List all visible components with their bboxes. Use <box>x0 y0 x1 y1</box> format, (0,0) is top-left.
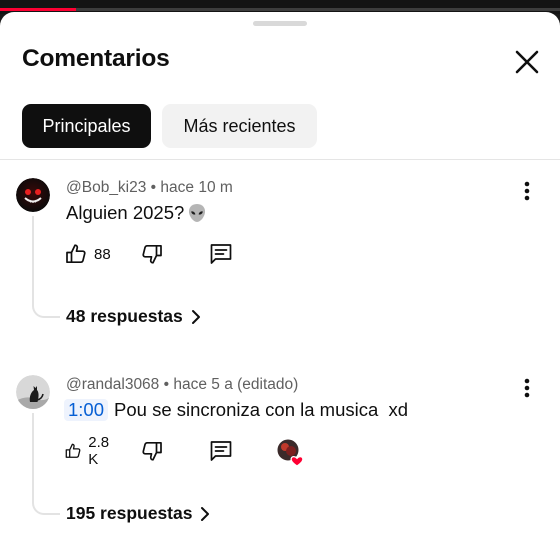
chevron-right-icon <box>201 506 210 521</box>
chip-mas-recientes[interactable]: Más recientes <box>162 104 317 148</box>
comments-sheet: Comentarios Principales Más recientes @B… <box>0 12 560 560</box>
avatar-face-icon <box>16 178 50 212</box>
comment-text: 1:00 Pou se sincroniza con la musica xd <box>64 399 409 421</box>
alien-icon <box>189 204 206 222</box>
thumbs-up-icon <box>66 244 86 264</box>
thread-connector <box>32 413 60 515</box>
avatar-cat-icon <box>16 375 50 409</box>
more-vertical-icon <box>524 378 530 398</box>
replies-toggle[interactable]: 195 respuestas <box>66 503 210 524</box>
dislike-button[interactable] <box>140 437 164 465</box>
thumbs-down-icon <box>142 441 162 461</box>
thumbs-up-icon <box>65 443 81 458</box>
like-button[interactable]: 88 <box>64 240 111 268</box>
meta-separator: • <box>146 179 161 196</box>
comment-age: hace 5 a (editado) <box>173 376 299 393</box>
meta-separator: • <box>159 376 174 393</box>
chevron-right-icon <box>191 309 200 324</box>
video-progress-played[interactable] <box>0 8 76 11</box>
avatar[interactable] <box>16 375 50 409</box>
replies-toggle[interactable]: 48 respuestas <box>66 306 201 327</box>
comment-meta: @Bob_ki23 • hace 10 m <box>66 179 233 197</box>
more-vertical-icon <box>524 181 530 201</box>
reply-button[interactable] <box>208 437 234 465</box>
comment-item: @randal3068 • hace 5 a (editado) 1:00 Po… <box>0 375 560 560</box>
chip-principales[interactable]: Principales <box>22 104 151 148</box>
reply-button[interactable] <box>208 240 234 268</box>
creator-heart-badge <box>276 438 306 468</box>
like-count: 2.8 K <box>88 434 110 468</box>
comment-body: Alguien 2025? <box>66 202 185 223</box>
reply-icon <box>210 244 232 264</box>
avatar[interactable] <box>16 178 50 212</box>
comment-age: hace 10 m <box>160 179 233 196</box>
thumbs-down-icon <box>142 244 162 264</box>
like-button[interactable]: 2.8 K <box>64 434 115 468</box>
comment-item: @Bob_ki23 • hace 10 m Alguien 2025? 88 4… <box>0 178 560 368</box>
comment-text: Alguien 2025? <box>66 202 208 224</box>
drag-handle[interactable] <box>253 21 307 26</box>
dislike-button[interactable] <box>140 240 164 268</box>
reply-icon <box>210 441 232 461</box>
comments-title: Comentarios <box>22 45 170 72</box>
replies-count: 195 respuestas <box>66 503 193 523</box>
like-count: 88 <box>94 245 111 263</box>
thread-connector <box>32 216 60 318</box>
replies-count: 48 respuestas <box>66 306 183 326</box>
comment-meta: @randal3068 • hace 5 a (editado) <box>66 376 298 394</box>
comment-author[interactable]: @randal3068 <box>66 376 159 393</box>
more-options-button[interactable] <box>516 176 538 206</box>
comment-author[interactable]: @Bob_ki23 <box>66 179 146 196</box>
creator-heart-icon <box>276 438 304 467</box>
timestamp-link[interactable]: 1:00 <box>64 399 109 421</box>
header-divider <box>0 159 560 160</box>
close-button[interactable] <box>510 45 544 79</box>
video-progress-remaining[interactable] <box>75 8 560 11</box>
more-options-button[interactable] <box>516 373 538 403</box>
close-icon <box>515 50 539 74</box>
comment-body: Pou se sincroniza con la musica xd <box>114 399 409 420</box>
